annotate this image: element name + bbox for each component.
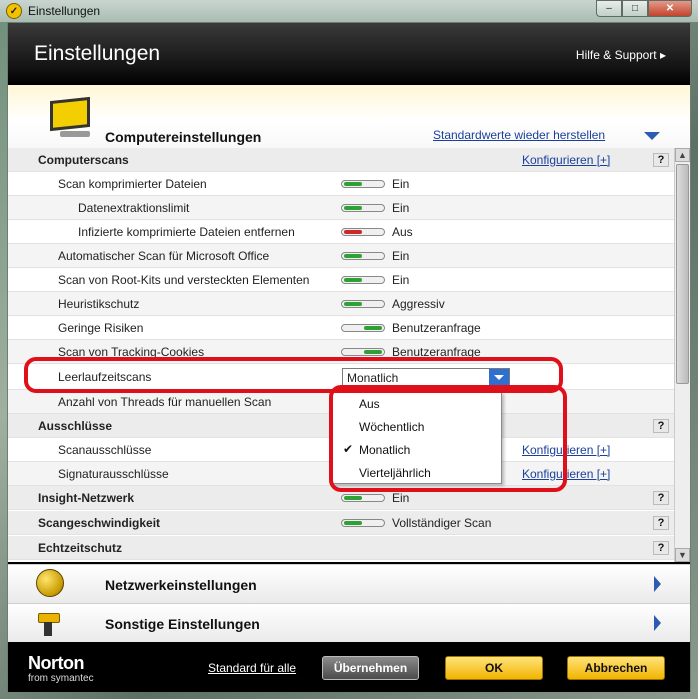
panel-network[interactable]: Netzwerkeinstellungen [8, 564, 690, 603]
help-support-link[interactable]: Hilfe & Support ▸ [576, 48, 666, 62]
setting-row[interactable]: Heuristikschutz Aggressiv [8, 292, 674, 316]
exclusion-label: Signaturausschlüsse [58, 467, 169, 481]
setting-label: Scan komprimierter Dateien [58, 177, 207, 191]
setting-label: Geringe Risiken [58, 321, 144, 335]
setting-value: Benutzeranfrage [392, 321, 481, 335]
category-scanspeed[interactable]: Scangeschwindigkeit Vollständiger Scan ? [8, 511, 674, 535]
scroll-down-icon[interactable]: ▼ [675, 548, 690, 562]
drill-icon [38, 610, 64, 636]
configure-link[interactable]: Konfigurieren [+] [522, 153, 610, 167]
category-label: Ausschlüsse [38, 419, 113, 433]
on-off-toggle[interactable] [341, 228, 385, 236]
apply-button[interactable]: Übernehmen [322, 656, 419, 680]
computer-icon-base [60, 131, 90, 137]
setting-row[interactable]: Geringe Risiken Benutzeranfrage [8, 316, 674, 340]
window-title: Einstellungen [28, 4, 101, 18]
close-button[interactable]: ✕ [648, 0, 692, 17]
category-label: Scangeschwindigkeit [38, 516, 161, 530]
setting-label: Heuristikschutz [58, 297, 140, 311]
window-controls: – □ ✕ [596, 0, 692, 17]
panel-title: Netzwerkeinstellungen [105, 577, 257, 593]
setting-value: Aus [392, 225, 413, 239]
setting-row[interactable]: Automatischer Scan für Microsoft Office … [8, 244, 674, 268]
on-off-toggle[interactable] [341, 204, 385, 212]
help-icon[interactable]: ? [653, 419, 669, 433]
setting-row[interactable]: Infizierte komprimierte Dateien entferne… [8, 220, 674, 244]
setting-value: Ein [392, 491, 410, 505]
panel-title: Sonstige Einstellungen [105, 616, 260, 632]
chevron-right-icon[interactable] [654, 576, 661, 592]
reset-defaults-link[interactable]: Standardwerte wieder herstellen [433, 128, 605, 142]
help-icon[interactable]: ? [653, 516, 669, 530]
setting-value: Ein [392, 177, 410, 191]
on-off-toggle[interactable] [341, 180, 385, 188]
minimize-button[interactable]: – [596, 0, 622, 17]
help-icon[interactable]: ? [653, 541, 669, 555]
norton-logo: Norton [28, 653, 84, 673]
ok-button[interactable]: OK [445, 656, 543, 680]
setting-label: Automatischer Scan für Microsoft Office [58, 249, 270, 263]
level-slider[interactable] [341, 348, 385, 356]
maximize-button[interactable]: □ [622, 0, 648, 17]
setting-value: Vollständiger Scan [392, 516, 492, 530]
setting-value: Ein [392, 273, 410, 287]
setting-label: Scan von Root-Kits und versteckten Eleme… [58, 273, 310, 287]
collapse-arrow-icon[interactable] [644, 132, 660, 140]
category-label: Computerscans [38, 153, 129, 167]
norton-app-icon: ✓ [6, 3, 22, 19]
on-off-toggle[interactable] [341, 276, 385, 284]
level-slider[interactable] [341, 519, 385, 527]
category-computerscans[interactable]: Computerscans Konfigurieren [+] ? [8, 148, 674, 172]
exclusion-label: Scanausschlüsse [58, 443, 152, 457]
window-titlebar: ✓ Einstellungen – □ ✕ [0, 0, 698, 22]
setting-value: Aggressiv [392, 297, 445, 311]
setting-row[interactable]: Scan komprimierter Dateien Ein [8, 172, 674, 196]
setting-label: Anzahl von Threads für manuellen Scan [58, 395, 272, 409]
setting-row[interactable]: Scan von Root-Kits und versteckten Eleme… [8, 268, 674, 292]
chevron-right-icon[interactable] [654, 615, 661, 631]
setting-row[interactable]: Datenextraktionslimit Ein [8, 196, 674, 220]
category-label: Echtzeitschutz [38, 541, 123, 555]
section-title: Computereinstellungen [105, 129, 262, 145]
on-off-toggle[interactable] [341, 494, 385, 502]
header-bar: Einstellungen Hilfe & Support ▸ [8, 23, 690, 85]
setting-value: Ein [392, 249, 410, 263]
scroll-thumb[interactable] [676, 164, 689, 384]
setting-value: Ein [392, 201, 410, 215]
page-title: Einstellungen [34, 42, 161, 65]
settings-list: Computerscans Konfigurieren [+] ? Scan k… [8, 148, 674, 562]
scroll-up-icon[interactable]: ▲ [675, 148, 690, 162]
footer-bar: Norton from symantec Standard für alle Ü… [8, 644, 690, 692]
setting-label: Datenextraktionslimit [78, 201, 190, 215]
level-slider[interactable] [341, 324, 385, 332]
globe-icon [36, 569, 64, 597]
setting-label: Infizierte komprimierte Dateien entferne… [78, 225, 295, 239]
level-slider[interactable] [341, 300, 385, 308]
panel-other[interactable]: Sonstige Einstellungen [8, 603, 690, 642]
default-for-all-link[interactable]: Standard für alle [208, 661, 296, 675]
category-label: Insight-Netzwerk [38, 491, 135, 505]
cancel-button[interactable]: Abbrechen [567, 656, 665, 680]
category-echtzeit[interactable]: Echtzeitschutz ? [8, 536, 674, 560]
vertical-scrollbar[interactable]: ▲ ▼ [674, 148, 690, 562]
help-icon[interactable]: ? [653, 153, 669, 167]
norton-logo-sub: from symantec [28, 673, 94, 684]
help-icon[interactable]: ? [653, 491, 669, 505]
on-off-toggle[interactable] [341, 252, 385, 260]
highlight-annotation-dropdown [329, 385, 567, 492]
computer-icon [50, 96, 90, 132]
